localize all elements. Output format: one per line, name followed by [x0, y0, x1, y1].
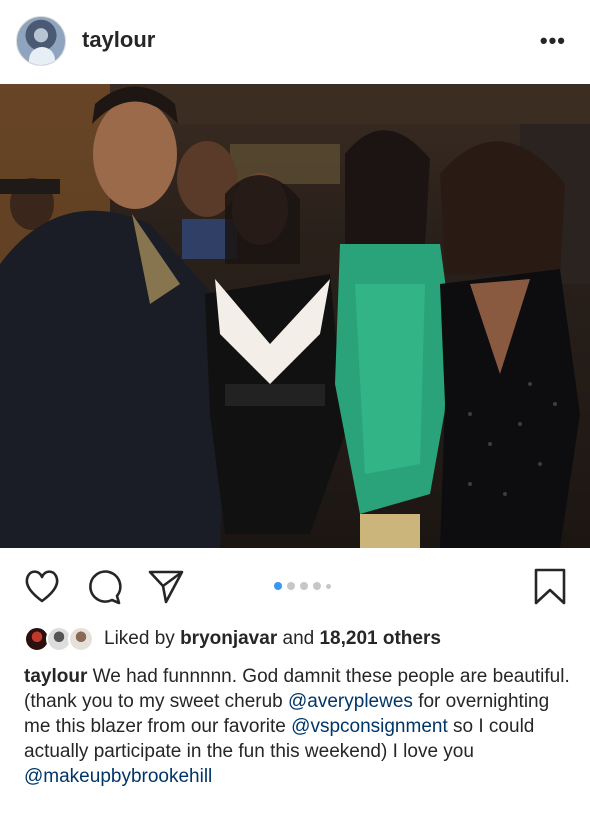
action-bar: [0, 548, 590, 624]
carousel-dot: [313, 582, 321, 590]
carousel-dots: [274, 582, 331, 590]
photo-illustration: [0, 84, 590, 548]
avatar[interactable]: [16, 16, 66, 66]
carousel-dot: [287, 582, 295, 590]
likes-connector: and: [282, 628, 315, 649]
bookmark-icon[interactable]: [530, 566, 570, 606]
post-username[interactable]: taylour: [82, 27, 155, 53]
carousel-dot: [300, 582, 308, 590]
caption-username[interactable]: taylour: [24, 666, 87, 687]
post-photo[interactable]: [0, 84, 590, 548]
liker-avatars: [24, 626, 96, 652]
more-dots-icon[interactable]: •••: [540, 30, 566, 52]
heart-icon[interactable]: [22, 566, 62, 606]
liker-username[interactable]: bryonjavar: [180, 628, 277, 649]
mention-link[interactable]: @makeupbybrookehill: [24, 766, 212, 787]
carousel-dot: [274, 582, 282, 590]
comment-icon[interactable]: [84, 566, 124, 606]
likes-count[interactable]: 18,201 others: [319, 628, 440, 649]
carousel-dot: [326, 583, 331, 589]
mention-link[interactable]: @vspconsignment: [291, 716, 448, 737]
likes-summary: Liked by bryonjavar and 18,201 others: [104, 628, 441, 650]
mention-link[interactable]: @averyplewes: [288, 691, 413, 712]
likes-row[interactable]: Liked by bryonjavar and 18,201 others: [24, 624, 441, 654]
send-icon[interactable]: [146, 566, 186, 606]
avatar: [68, 626, 94, 652]
post-header: taylour •••: [0, 0, 590, 84]
likes-prefix: Liked by: [104, 628, 175, 649]
post-caption: taylour We had funnnnn. God damnit these…: [24, 664, 572, 789]
